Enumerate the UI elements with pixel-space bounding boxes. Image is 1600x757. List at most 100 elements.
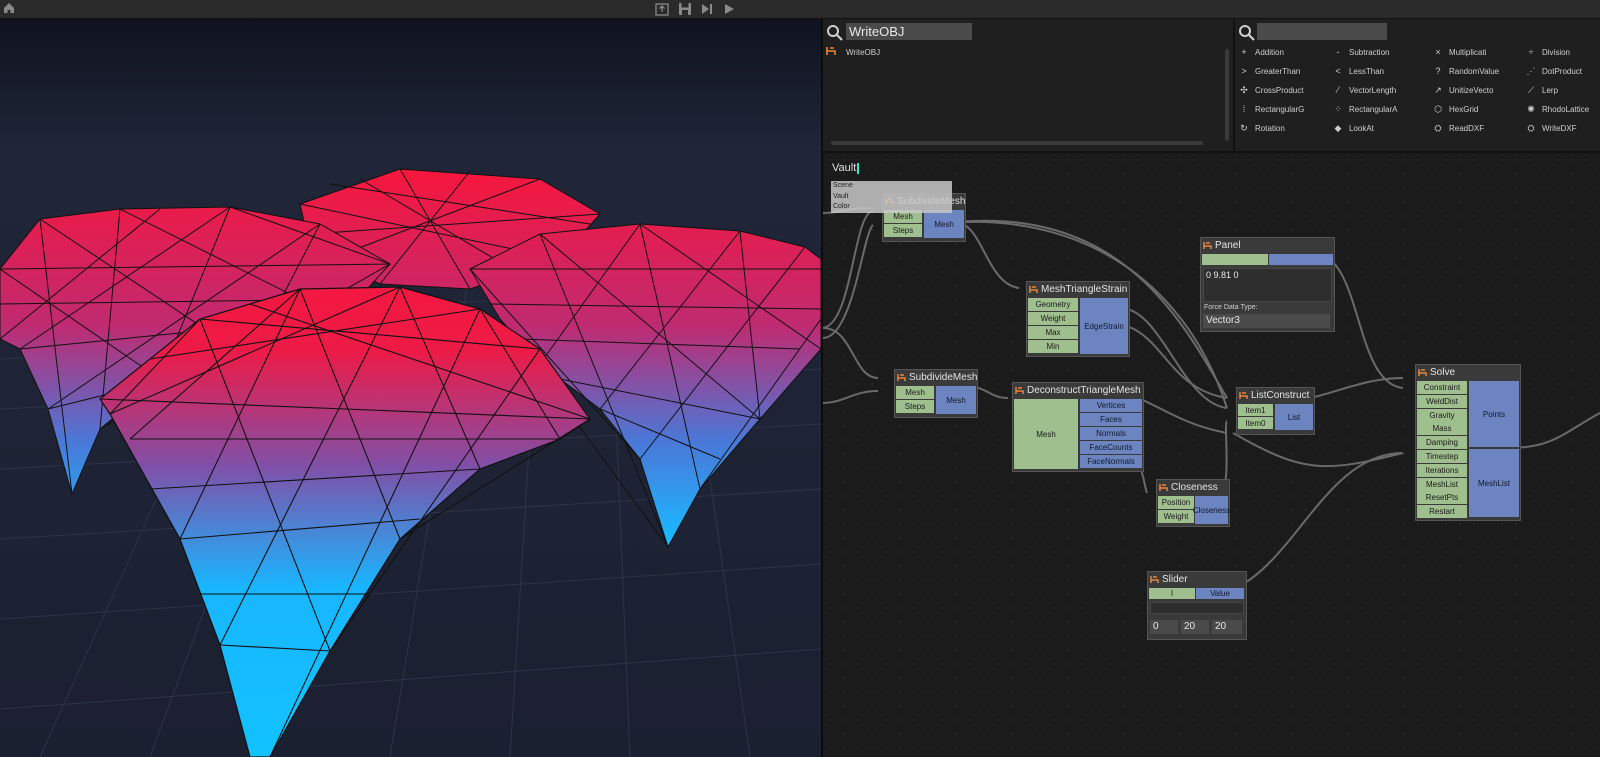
input-port[interactable]: MeshList [1417, 477, 1467, 492]
closeness-node[interactable]: Closeness Position Weight Closeness [1156, 479, 1230, 527]
export-icon[interactable] [654, 1, 670, 17]
output-port-edgestrain[interactable]: EdgeStrain [1080, 298, 1128, 354]
input-port-position[interactable]: Position [1158, 496, 1194, 510]
output-port[interactable] [1269, 254, 1333, 266]
slider-min[interactable]: 0 [1150, 620, 1178, 634]
input-port-i[interactable]: I [1149, 588, 1195, 600]
input-port[interactable]: ResetPts [1417, 491, 1467, 506]
library-item-icon: ⛭ [1434, 123, 1442, 133]
library-item[interactable]: ⁄ VectorLength [1331, 85, 1396, 95]
force-data-type-select[interactable]: Vector3 [1203, 314, 1330, 328]
node-graph-canvas[interactable]: Vault SubdivideMesh Mesh Steps Mesh Scen… [823, 153, 1600, 757]
input-port-steps[interactable]: Steps [884, 224, 922, 238]
library-item[interactable]: ⁞ RectangularG [1237, 104, 1305, 114]
library-item[interactable]: - Subtraction [1331, 47, 1390, 57]
library-search-input[interactable] [1257, 23, 1387, 40]
output-port-facecounts[interactable]: FaceCounts [1080, 441, 1142, 455]
menu-item-scene[interactable]: Scene [831, 181, 952, 192]
slider-value[interactable]: 20 [1181, 620, 1209, 634]
slider-node[interactable]: Slider I Value 0 20 20 [1147, 571, 1247, 640]
library-item[interactable]: ◆ LookAt [1331, 123, 1374, 134]
menu-item-color[interactable]: Color [831, 202, 952, 213]
input-port-weight[interactable]: Weight [1028, 312, 1078, 326]
solve-node[interactable]: Solve Constraint ListWeldDistGravityMass… [1415, 364, 1521, 521]
output-port-mesh[interactable]: Mesh [924, 210, 964, 238]
results-scrollbar-vertical[interactable] [1225, 49, 1229, 141]
input-port-item0[interactable]: Item0 [1238, 417, 1273, 430]
input-port-mesh[interactable]: Mesh [1014, 399, 1078, 469]
library-item[interactable]: ✺ RhodoLattice [1524, 104, 1589, 115]
output-port-normals[interactable]: Normals [1080, 427, 1142, 441]
library-item[interactable]: ⛭ ReadDXF [1431, 123, 1484, 134]
input-port[interactable]: Timestep [1417, 450, 1467, 464]
library-item[interactable]: ⛭ WriteDXF [1524, 123, 1576, 134]
input-port[interactable]: Restart [1417, 505, 1467, 520]
input-port-min[interactable]: Min [1028, 340, 1078, 354]
output-port-mesh[interactable]: Mesh [936, 386, 976, 414]
step-icon[interactable] [699, 1, 715, 17]
3d-viewport[interactable] [0, 19, 823, 757]
library-item[interactable]: ⁘ RectangularA [1331, 104, 1397, 115]
listconstruct-node[interactable]: ListConstruct Item1 Item0 List [1236, 387, 1315, 435]
input-port[interactable]: Mass [1417, 422, 1467, 437]
home-icon[interactable] [2, 1, 16, 15]
library-item[interactable]: ⟋ Lerp [1524, 85, 1558, 96]
panel-node[interactable]: Panel 0 9.81 0 Force Data Type: Vector3 [1200, 237, 1335, 332]
library-item-icon: ÷ [1528, 47, 1534, 57]
library-item-label: RhodoLattice [1542, 105, 1590, 114]
mesh-render [0, 19, 821, 757]
library-item[interactable]: ↗ UnitizeVecto [1431, 85, 1493, 96]
output-port-facenormals[interactable]: FaceNormals [1080, 455, 1142, 469]
library-item[interactable]: ⋰ DotProduct [1524, 66, 1583, 77]
node-title: Solve [1430, 367, 1456, 378]
output-port-value[interactable]: Value [1196, 588, 1244, 600]
input-port-max[interactable]: Max [1028, 326, 1078, 340]
input-port[interactable]: Damping [1417, 436, 1467, 451]
search-result-item[interactable]: WriteOBJ [846, 48, 880, 57]
library-item[interactable]: ⬡ HexGrid [1431, 104, 1478, 115]
library-item-label: CrossProduct [1255, 86, 1304, 95]
library-item[interactable]: < LessThan [1331, 66, 1384, 76]
input-port-mesh[interactable]: Mesh [896, 386, 934, 400]
input-port[interactable]: Constraint List [1417, 381, 1467, 405]
deconstructtrianglemesh-node[interactable]: DeconstructTriangleMesh Mesh Vertices Fa… [1012, 382, 1144, 472]
input-port[interactable] [1202, 254, 1268, 266]
input-port[interactable]: Iterations [1417, 463, 1467, 478]
library-item[interactable]: ✣ CrossProduct [1237, 85, 1303, 96]
slider-max[interactable]: 20 [1212, 620, 1242, 634]
node-icon [1150, 576, 1159, 583]
input-port[interactable]: WeldDist [1417, 394, 1467, 409]
output-port-list[interactable]: List [1275, 404, 1313, 430]
subdividemesh-node-2[interactable]: SubdivideMesh Mesh Steps Mesh [894, 369, 978, 418]
library-item-label: DotProduct [1542, 67, 1583, 76]
library-item[interactable]: ? RandomValue [1431, 66, 1499, 76]
slider-track[interactable] [1150, 602, 1244, 614]
library-item-icon: + [1241, 47, 1247, 57]
vault-dropdown-menu[interactable]: Scene Vault Color [831, 181, 952, 213]
play-icon[interactable] [721, 1, 737, 17]
library-item[interactable]: ÷ Division [1524, 47, 1571, 57]
menu-item-vault[interactable]: Vault [831, 192, 952, 203]
node-icon [1015, 387, 1024, 394]
input-port-geometry[interactable]: Geometry [1028, 298, 1078, 312]
input-port-weight[interactable]: Weight [1158, 510, 1194, 524]
library-item[interactable]: ↻ Rotation [1237, 123, 1285, 134]
input-port-item1[interactable]: Item1 [1238, 404, 1273, 417]
component-search-input[interactable] [846, 23, 972, 40]
save-icon[interactable] [677, 1, 693, 17]
output-port-faces[interactable]: Faces [1080, 413, 1142, 427]
input-port-steps[interactable]: Steps [896, 400, 934, 414]
library-item[interactable]: + Addition [1237, 47, 1284, 57]
vault-node-title[interactable]: Vault [832, 162, 860, 174]
library-item[interactable]: × Multiplicati [1431, 47, 1486, 57]
output-port-closeness[interactable]: Closeness [1193, 496, 1230, 524]
output-port-points[interactable]: Points [1469, 381, 1519, 447]
results-scrollbar-horizontal[interactable] [831, 141, 1203, 145]
meshtrianglestrain-node[interactable]: MeshTriangleStrain Geometry Weight Max M… [1026, 281, 1130, 357]
node-icon [1203, 242, 1212, 249]
output-port-meshlist[interactable]: MeshList [1469, 449, 1519, 517]
output-port-vertices[interactable]: Vertices [1080, 399, 1142, 413]
library-item-label: LessThan [1349, 67, 1385, 76]
input-port[interactable]: Gravity [1417, 408, 1467, 423]
library-item[interactable]: > GreaterThan [1237, 66, 1300, 76]
